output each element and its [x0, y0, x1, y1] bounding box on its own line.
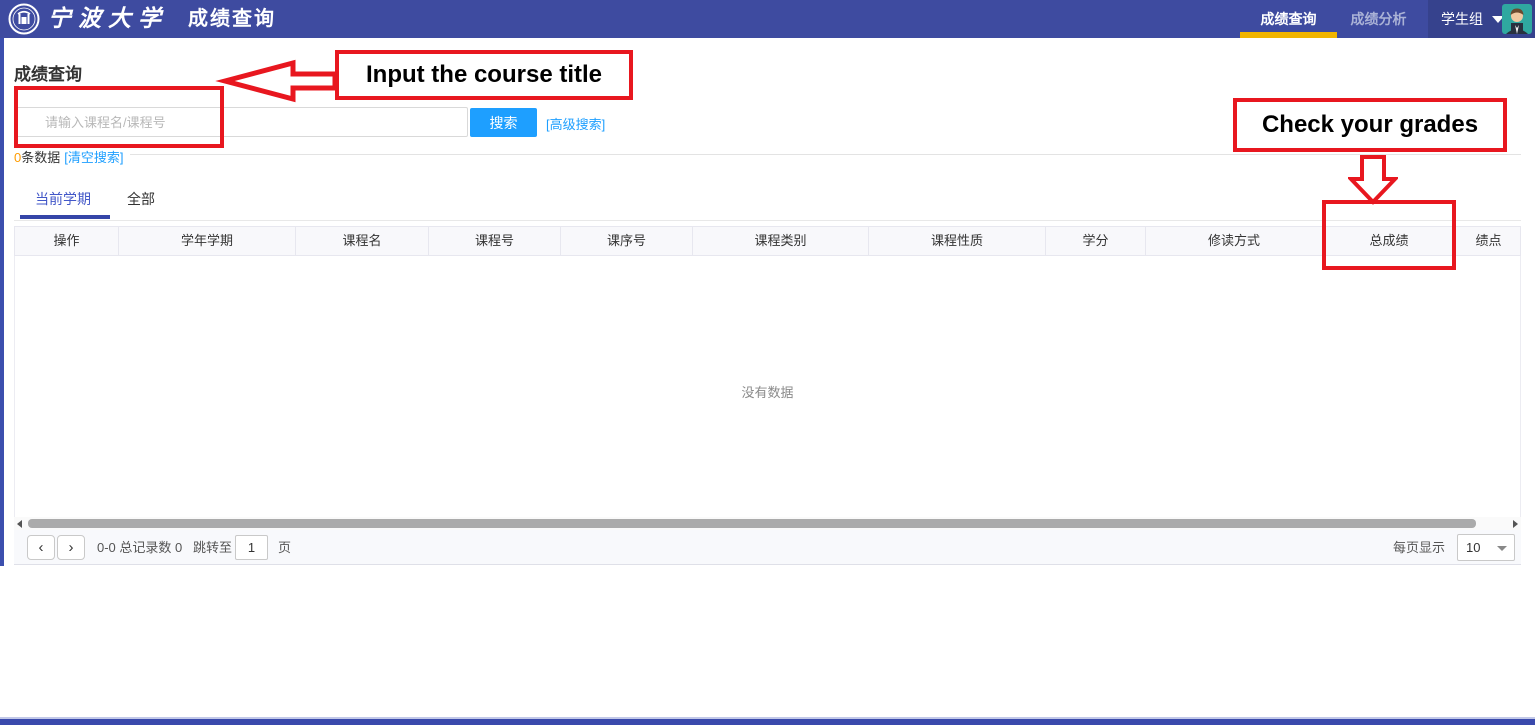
search-button[interactable]: 搜索 — [470, 108, 537, 137]
divider — [130, 154, 1521, 155]
table-header: 操作 学年学期 课程名 课程号 课序号 课程类别 课程性质 学分 修读方式 总成… — [14, 226, 1521, 256]
pagination-bar: ‹ › 0-0 总记录数 0 跳转至 页 每页显示 10 — [14, 530, 1521, 565]
university-name: 宁波大学 — [48, 0, 168, 38]
user-menu[interactable]: 学生组 — [1428, 0, 1535, 38]
topbar: 宁波大学 成绩查询 成绩查询 成绩分析 学生组 — [0, 0, 1535, 38]
scroll-right-icon[interactable] — [1513, 520, 1518, 528]
column-header-gpa[interactable]: 绩点 — [1456, 227, 1521, 255]
page-suffix-label: 页 — [278, 530, 291, 565]
avatar[interactable] — [1502, 4, 1532, 34]
per-page-label: 每页显示 — [1393, 530, 1445, 565]
tab-divider — [14, 220, 1521, 221]
column-header-action[interactable]: 操作 — [15, 227, 119, 255]
column-header-course-nature[interactable]: 课程性质 — [869, 227, 1046, 255]
nav-active-underline — [1240, 32, 1337, 38]
clear-search-link[interactable]: [清空搜索] — [64, 150, 123, 165]
select-caret-icon — [1497, 546, 1507, 551]
column-header-semester[interactable]: 学年学期 — [119, 227, 296, 255]
column-header-credits[interactable]: 学分 — [1046, 227, 1146, 255]
records-summary: 0-0 总记录数 0 — [97, 530, 182, 565]
result-info: 0条数据[清空搜索] — [14, 147, 123, 166]
nav-tab-grade-analysis[interactable]: 成绩分析 — [1345, 0, 1412, 38]
tab-active-underline — [20, 215, 110, 219]
next-page-button[interactable]: › — [57, 535, 85, 560]
column-header-course-no[interactable]: 课程号 — [429, 227, 561, 255]
university-logo-icon — [8, 3, 40, 35]
per-page-value: 10 — [1466, 535, 1480, 560]
advanced-search-link[interactable]: [高级搜索] — [546, 114, 605, 133]
prev-page-button[interactable]: ‹ — [27, 535, 55, 560]
column-header-study-mode[interactable]: 修读方式 — [1146, 227, 1323, 255]
jump-to-label: 跳转至 — [193, 530, 232, 565]
content-left-border — [0, 38, 4, 566]
annotation-grade-column-outline — [1322, 200, 1456, 270]
annotation-input-hint: Input the course title — [335, 50, 633, 100]
empty-data-text: 没有数据 — [15, 382, 1520, 401]
annotation-arrow-left-icon — [193, 56, 339, 109]
page-number-input[interactable] — [235, 535, 268, 560]
column-header-class-no[interactable]: 课序号 — [561, 227, 693, 255]
app-title: 成绩查询 — [188, 0, 276, 38]
user-group-label: 学生组 — [1441, 0, 1483, 38]
result-suffix: 条数据 — [21, 150, 60, 165]
bottom-bar — [0, 717, 1535, 725]
page-title: 成绩查询 — [14, 60, 82, 85]
tab-all[interactable]: 全部 — [127, 189, 155, 209]
table-body: 没有数据 — [14, 256, 1521, 517]
column-header-course-name[interactable]: 课程名 — [296, 227, 429, 255]
column-header-course-category[interactable]: 课程类别 — [693, 227, 869, 255]
per-page-select[interactable]: 10 — [1457, 534, 1515, 561]
scroll-left-icon[interactable] — [17, 520, 22, 528]
annotation-grades-hint: Check your grades — [1233, 98, 1507, 152]
tab-current-semester[interactable]: 当前学期 — [35, 189, 91, 209]
annotation-arrow-down-icon — [1348, 155, 1398, 210]
horizontal-scrollbar[interactable] — [14, 517, 1521, 530]
scrollbar-thumb[interactable] — [28, 519, 1476, 528]
grade-query-app: 宁波大学 成绩查询 成绩查询 成绩分析 学生组 成绩查询 — [0, 0, 1535, 725]
